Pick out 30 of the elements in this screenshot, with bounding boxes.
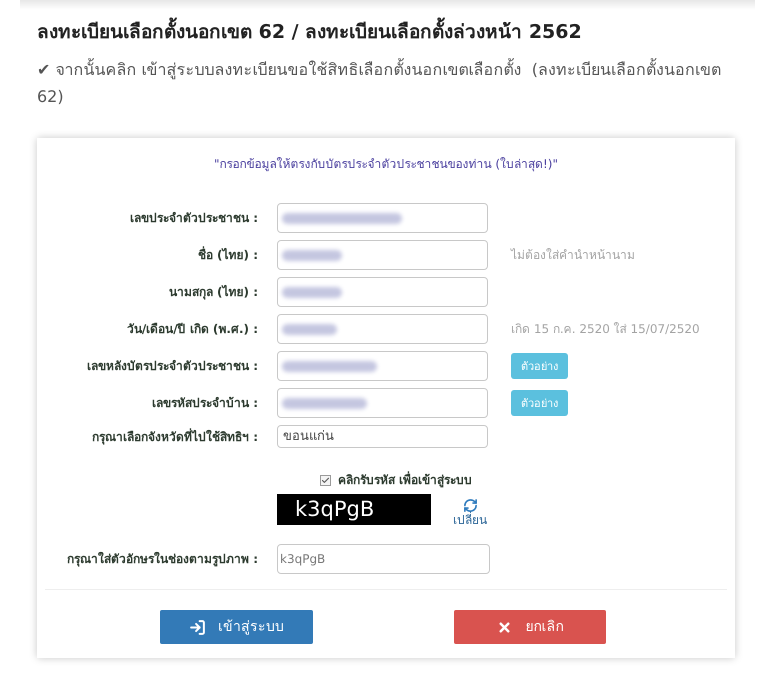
field-label: นามสกุล (ไทย) : <box>168 284 258 300</box>
instruction-text: ✔ จากนั้นคลิก เข้าสู่ระบบลงทะเบียนขอใช้สิทธิเลือกตั้งนอกเขตเลือกตั้ง (ลงทะเบียนเลือกตั้งนอกเขต 62) <box>37 57 722 108</box>
province-select[interactable]: ขอนแก่น <box>277 425 488 448</box>
field-hint: ไม่ต้องใส่คำนำหน้านาม <box>511 247 635 263</box>
sign-in-icon <box>189 618 206 636</box>
input-field[interactable] <box>277 351 488 381</box>
field-label: เลขประจำตัวประชาชน : <box>130 210 258 226</box>
input-field[interactable] <box>277 388 488 418</box>
field-hint: เกิด 15 ก.ค. 2520 ใส่ 15/07/2520 <box>511 321 700 337</box>
article-heading: ลงทะเบียนเลือกตั้งนอกเขต 62 / ลงทะเบียนเลือกตั้งล่วงหน้า 2562 <box>37 20 738 44</box>
captcha-label: กรุณาใส่ตัวอักษรในช่องตามรูปภาพ : <box>67 551 258 567</box>
captcha-input[interactable]: k3qPgB <box>277 544 490 574</box>
checkbox[interactable] <box>320 474 331 486</box>
input-field[interactable] <box>277 277 488 307</box>
cancel-button[interactable]: ยกเลิก <box>454 610 606 644</box>
captcha-image: k3qPgB <box>277 494 431 525</box>
input-field[interactable] <box>277 203 488 233</box>
close-icon <box>496 620 512 634</box>
form-notice: "กรอกข้อมูลให้ตรงกับบัตรประจำตัวประชาชนของท่าน (ใบล่าสุด!)" <box>214 156 558 172</box>
field-label: วัน/เดือน/ปี เกิด (พ.ศ.) : <box>126 321 258 337</box>
input-field[interactable] <box>277 240 488 270</box>
field-label: กรุณาเลือกจังหวัดที่ไปใช้สิทธิฯ : <box>92 428 258 444</box>
input-field[interactable] <box>277 314 488 344</box>
field-label: เลขหลังบัตรประจำตัวประชาชน : <box>87 358 258 374</box>
refresh-link[interactable]: เปลี่ยน <box>453 513 487 527</box>
checkbox-label: คลิกรับรหัส เพื่อเข้าสู่ระบบ <box>338 472 472 488</box>
field-label: ชื่อ (ไทย) : <box>198 247 258 263</box>
field-label: เลขรหัสประจำบ้าน : <box>152 395 258 411</box>
login-button[interactable]: เข้าสู่ระบบ <box>160 610 313 644</box>
refresh-icon[interactable] <box>462 498 478 513</box>
